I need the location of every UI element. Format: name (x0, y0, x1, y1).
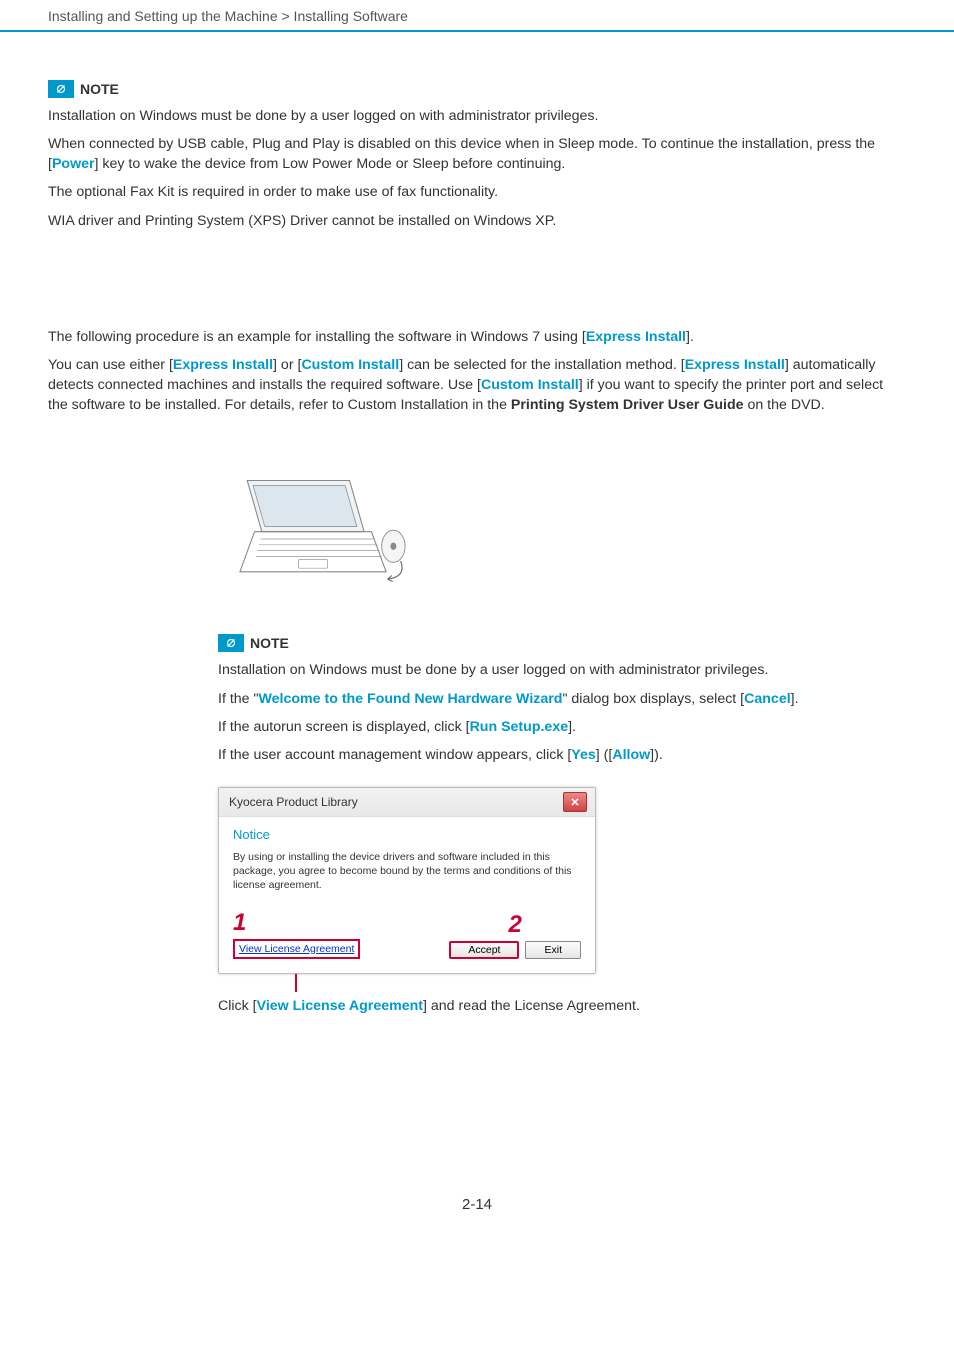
callout-number-1: 1 (233, 911, 360, 935)
cancel-ref: Cancel (744, 691, 791, 707)
dialog-text: By using or installing the device driver… (233, 850, 581, 893)
note-para: Installation on Windows must be done by … (218, 660, 896, 680)
note-para: If the "Welcome to the Found New Hardwar… (218, 689, 896, 709)
note-para: The optional Fax Kit is required in orde… (48, 182, 906, 202)
accept-button[interactable]: Accept (449, 941, 519, 959)
instruction-para: Click [View License Agreement] and read … (218, 996, 896, 1016)
note-icon (48, 80, 74, 98)
license-dialog: Kyocera Product Library ✕ Notice By usin… (218, 787, 596, 974)
breadcrumb: Installing and Setting up the Machine > … (0, 0, 954, 32)
guide-title: Printing System Driver User Guide (511, 397, 744, 413)
body-para: You can use either [Express Install] or … (48, 355, 906, 415)
note-para: When connected by USB cable, Plug and Pl… (48, 134, 906, 174)
laptop-dvd-illustration (218, 463, 906, 598)
allow-ref: Allow (612, 747, 650, 763)
close-icon[interactable]: ✕ (563, 792, 587, 812)
note-title-text: NOTE (250, 635, 289, 651)
note-heading: NOTE (48, 80, 906, 98)
custom-install-ref: Custom Install (301, 357, 399, 373)
page-number: 2-14 (48, 1196, 906, 1233)
note-para: If the autorun screen is displayed, clic… (218, 717, 896, 737)
callout-pointer (295, 974, 297, 992)
body-para: The following procedure is an example fo… (48, 327, 906, 347)
power-key-ref: Power (52, 156, 95, 172)
exit-button[interactable]: Exit (525, 941, 581, 959)
note-para: WIA driver and Printing System (XPS) Dri… (48, 211, 906, 231)
callout-number-2: 2 (509, 913, 522, 937)
view-license-link[interactable]: View License Agreement (233, 939, 360, 959)
note-title-text: NOTE (80, 81, 119, 97)
express-install-ref: Express Install (586, 329, 686, 345)
note-heading: NOTE (218, 634, 896, 652)
express-install-ref: Express Install (173, 357, 273, 373)
dialog-title: Kyocera Product Library (229, 795, 358, 809)
hardware-wizard-ref: Welcome to the Found New Hardware Wizard (259, 691, 563, 707)
custom-install-ref: Custom Install (481, 377, 579, 393)
express-install-ref: Express Install (685, 357, 785, 373)
run-setup-ref: Run Setup.exe (470, 719, 569, 735)
dialog-notice: Notice (233, 827, 581, 842)
note-para: Installation on Windows must be done by … (48, 106, 906, 126)
view-license-ref: View License Agreement (257, 998, 423, 1014)
yes-ref: Yes (571, 747, 595, 763)
note-icon (218, 634, 244, 652)
note-para: If the user account management window ap… (218, 745, 896, 765)
